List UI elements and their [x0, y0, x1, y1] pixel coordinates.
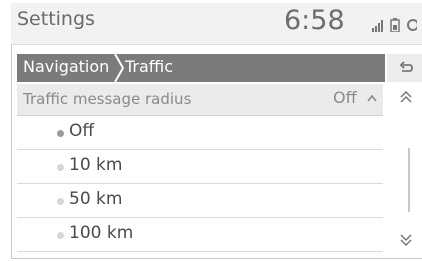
- scrollbar-track[interactable]: [408, 148, 410, 212]
- back-arrow-icon: [399, 61, 413, 72]
- radio-unselected-icon: [57, 198, 64, 205]
- breadcrumb-item-navigation[interactable]: Navigation: [23, 57, 109, 76]
- option-label: 10 km: [69, 155, 123, 175]
- status-icon: [407, 19, 417, 31]
- setting-value: Off: [333, 88, 357, 107]
- breadcrumb: Navigation Traffic: [17, 54, 385, 82]
- chevron-up-icon: [367, 94, 377, 102]
- setting-label: Traffic message radius: [23, 90, 192, 108]
- battery-icon: [390, 18, 400, 32]
- option-label: 50 km: [69, 189, 123, 209]
- option-label: 100 km: [69, 223, 134, 243]
- signal-icon: [372, 20, 383, 32]
- traffic-radius-setting[interactable]: Traffic message radius Off: [17, 84, 383, 116]
- option-10km[interactable]: 10 km: [17, 151, 383, 184]
- radio-selected-icon: [57, 130, 64, 137]
- option-off[interactable]: Off: [17, 117, 383, 150]
- breadcrumb-separator: [114, 54, 125, 82]
- clock: 6:58: [284, 5, 345, 36]
- double-chevron-down-icon[interactable]: [399, 233, 413, 247]
- option-100km[interactable]: 100 km: [17, 219, 383, 252]
- double-chevron-up-icon[interactable]: [399, 90, 413, 104]
- header-bar: Settings 6:58: [11, 3, 422, 45]
- radio-unselected-icon: [57, 164, 64, 171]
- page-title: Settings: [17, 8, 95, 30]
- option-label: Off: [69, 121, 95, 141]
- breadcrumb-item-traffic: Traffic: [125, 57, 174, 76]
- radio-unselected-icon: [57, 232, 64, 239]
- back-button[interactable]: [387, 54, 422, 82]
- option-50km[interactable]: 50 km: [17, 185, 383, 218]
